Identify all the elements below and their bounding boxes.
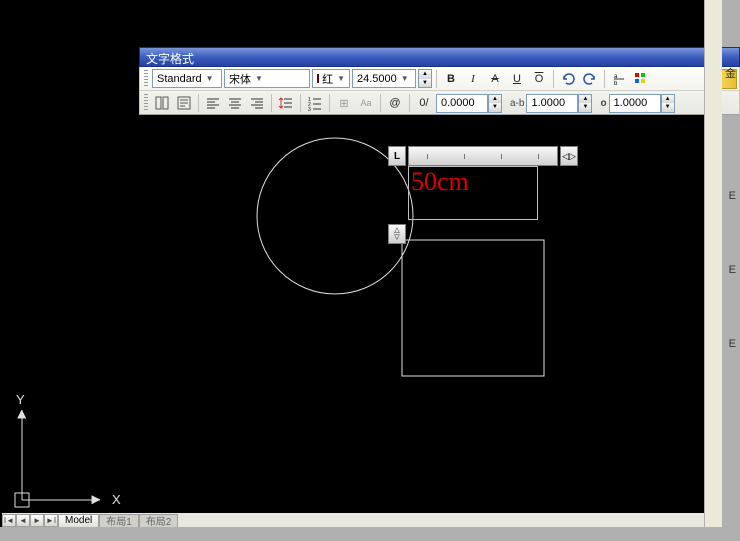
width-factor-value: 0.0000 bbox=[436, 94, 488, 113]
align-center-button[interactable] bbox=[225, 93, 245, 113]
oblique-label: o bbox=[600, 98, 606, 109]
text-style-combo[interactable]: Standard ▼ bbox=[152, 69, 222, 88]
italic-button[interactable]: I bbox=[463, 69, 483, 89]
oblique-angle-button[interactable]: 0/ bbox=[414, 93, 434, 113]
tab-nav-prev[interactable]: ◄ bbox=[16, 514, 30, 527]
mtext-corner-box[interactable]: L bbox=[388, 146, 406, 166]
tracking-spinner[interactable]: ▲▼ bbox=[578, 94, 592, 113]
strikethrough-button[interactable]: A bbox=[485, 69, 505, 89]
tab-layout1[interactable]: 布局1 bbox=[99, 514, 139, 527]
ucs-y-label: Y bbox=[16, 392, 25, 407]
text-height-combo[interactable]: 24.5000 ▼ bbox=[352, 69, 416, 88]
oblique-spinner[interactable]: ▲▼ bbox=[661, 94, 675, 113]
mtext-input-area[interactable]: 50cm bbox=[408, 166, 538, 220]
mtext-editor[interactable]: L ıııı ◁▷ 50cm bbox=[388, 146, 578, 220]
numbering-button[interactable]: 123 bbox=[305, 93, 325, 113]
align-left-button[interactable] bbox=[203, 93, 223, 113]
text-style-value: Standard bbox=[157, 73, 202, 85]
mtext-justify-button[interactable] bbox=[174, 93, 194, 113]
toolbar-grip[interactable] bbox=[144, 70, 148, 88]
color-swatch-red bbox=[317, 74, 319, 83]
width-factor-field[interactable]: 0.0000 ▲▼ bbox=[436, 94, 502, 113]
tracking-value: 1.0000 bbox=[526, 94, 578, 113]
tab-nav-first[interactable]: I◄ bbox=[2, 514, 16, 527]
height-handle[interactable]: △▽ bbox=[388, 224, 406, 244]
layout-tabs: I◄ ◄ ► ►I Model 布局1 布局2 bbox=[2, 513, 720, 527]
svg-text:b: b bbox=[614, 81, 618, 87]
color-button[interactable] bbox=[631, 69, 651, 89]
mtext-ruler[interactable]: ıııı bbox=[408, 146, 558, 166]
width-handle[interactable]: ◁▷ bbox=[560, 146, 578, 166]
align-right-button[interactable] bbox=[247, 93, 267, 113]
tracking-field[interactable]: 1.0000 ▲▼ bbox=[526, 94, 592, 113]
chevron-down-icon: ▼ bbox=[206, 74, 214, 83]
oblique-value: 1.0000 bbox=[609, 94, 661, 113]
text-format-toolbar: Standard ▼ 宋体 ▼ 红 ▼ 24.5000 ▼ ▲▼ B I A U… bbox=[139, 67, 740, 115]
line-spacing-button[interactable] bbox=[276, 93, 296, 113]
ucs-x-label: X bbox=[112, 492, 121, 507]
height-spinner[interactable]: ▲▼ bbox=[418, 69, 432, 88]
bold-button[interactable]: B bbox=[441, 69, 461, 89]
tab-nav-next[interactable]: ► bbox=[30, 514, 44, 527]
width-spinner[interactable]: ▲▼ bbox=[488, 94, 502, 113]
side-marker: E bbox=[729, 264, 736, 276]
vertical-scrollbar[interactable] bbox=[704, 0, 722, 527]
redo-button[interactable] bbox=[580, 69, 600, 89]
chevron-down-icon: ▼ bbox=[401, 74, 409, 83]
overline-button[interactable]: O bbox=[529, 69, 549, 89]
stack-button[interactable]: ab bbox=[609, 69, 629, 89]
uppercase-button[interactable]: Aa bbox=[356, 93, 376, 113]
columns-button[interactable] bbox=[152, 93, 172, 113]
side-marker: E bbox=[729, 338, 736, 350]
svg-text:3: 3 bbox=[308, 107, 311, 111]
mtext-content: 50cm bbox=[411, 167, 469, 197]
undo-button[interactable] bbox=[558, 69, 578, 89]
side-marker: E bbox=[729, 190, 736, 202]
side-marker: 金 bbox=[725, 65, 736, 81]
tab-layout2[interactable]: 布局2 bbox=[139, 514, 179, 527]
chevron-down-icon: ▼ bbox=[337, 74, 345, 83]
color-combo[interactable]: 红 ▼ bbox=[312, 69, 350, 88]
underline-button[interactable]: U bbox=[507, 69, 527, 89]
font-value: 宋体 bbox=[229, 71, 251, 87]
tab-nav-last[interactable]: ►I bbox=[44, 514, 58, 527]
tab-model[interactable]: Model bbox=[58, 514, 99, 527]
drawing-canvas[interactable]: X Y 文字格式 Standard ▼ 宋体 ▼ 红 ▼ 24.5000 ▼ bbox=[0, 0, 722, 527]
insert-field-button[interactable]: ⊞ bbox=[334, 93, 354, 113]
chevron-down-icon: ▼ bbox=[255, 74, 263, 83]
oblique-field[interactable]: 1.0000 ▲▼ bbox=[609, 94, 675, 113]
color-label: 红 bbox=[322, 71, 333, 87]
font-combo[interactable]: 宋体 ▼ bbox=[224, 69, 310, 88]
tracking-label: a-b bbox=[510, 98, 524, 109]
symbol-button[interactable]: @ bbox=[385, 93, 405, 113]
toolbar-title[interactable]: 文字格式 bbox=[139, 47, 740, 67]
toolbar-grip[interactable] bbox=[144, 94, 148, 112]
text-height-value: 24.5000 bbox=[357, 73, 397, 85]
